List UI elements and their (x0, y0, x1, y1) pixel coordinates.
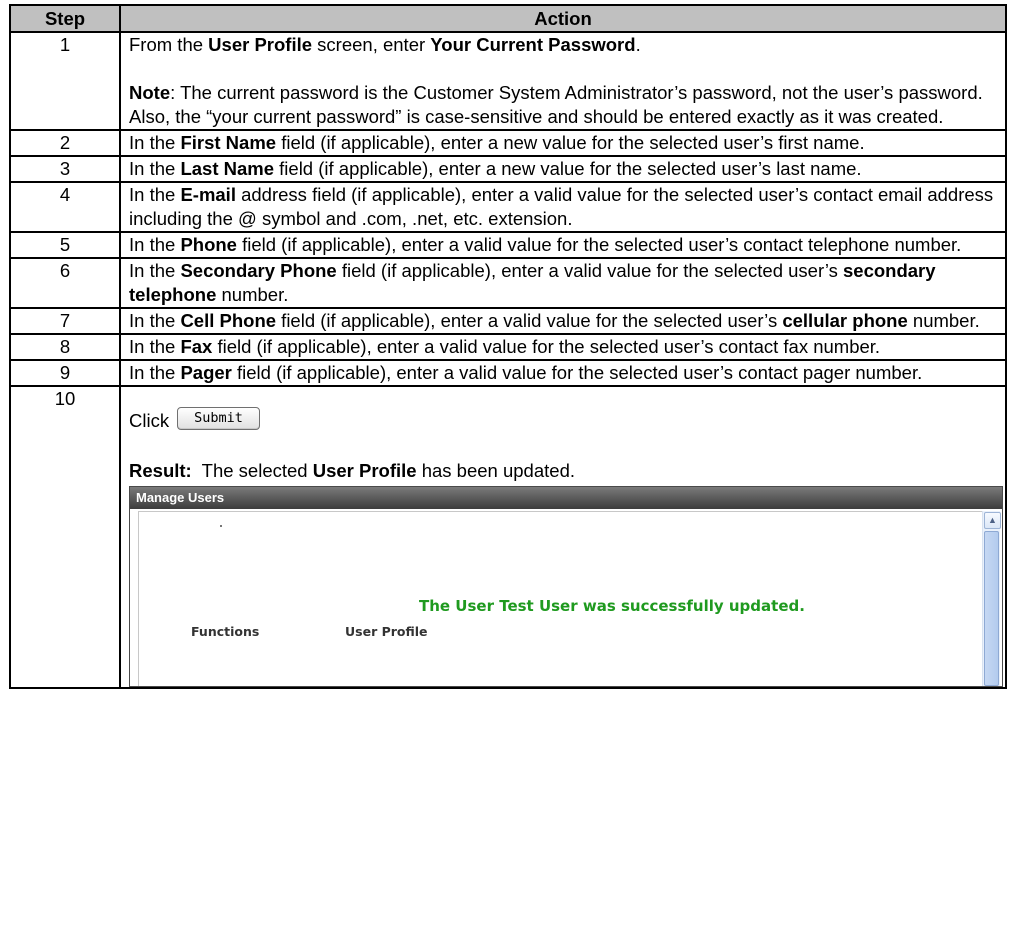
step-instruction: In the E-mail address field (if applicab… (129, 183, 997, 231)
table-row: 10 Click Submit Result: The selected Use… (9, 385, 1007, 689)
table-row: 4 In the E-mail address field (if applica… (9, 181, 1007, 233)
instruction-text: field (if applicable), enter a valid val… (231, 362, 923, 383)
procedure-table: Step Action 1 From the User Profile scree… (9, 4, 1007, 689)
up-arrow-icon[interactable]: ▲ (984, 512, 1001, 529)
step-number: 7 (9, 307, 121, 335)
instruction-text: field (if applicable), enter a valid val… (336, 260, 843, 281)
table-row: 7 In the Cell Phone field (if applicable)… (9, 307, 1007, 335)
header-row: Step Action (9, 4, 1007, 33)
instruction-text: number. (907, 310, 980, 331)
user-profile-heading: User Profile (345, 624, 428, 639)
step-number: 6 (9, 257, 121, 309)
step-action: In the Secondary Phone field (if applica… (119, 257, 1007, 309)
bold-term: Phone (180, 234, 237, 255)
table-row: 8 In the Fax field (if applicable), enter… (9, 333, 1007, 361)
step-number: 3 (9, 155, 121, 183)
instruction-text: address field (if applicable), enter a v… (129, 184, 994, 229)
instruction-text: screen, enter (312, 34, 431, 55)
instruction-text: field (if applicable), enter a valid val… (236, 234, 962, 255)
success-message: The User Test User was successfully upda… (419, 597, 805, 615)
manage-users-title: Manage Users (130, 487, 1002, 509)
manage-users-screenshot: Manage Users The User Test User was succ… (129, 486, 1003, 687)
vertical-scrollbar[interactable]: ▲ (982, 511, 1001, 686)
step-action: In the Last Name field (if applicable), … (119, 155, 1007, 183)
table-row: 2 In the First Name field (if applicable)… (9, 129, 1007, 157)
scroll-thumb[interactable] (984, 531, 999, 686)
bold-term: Cell Phone (180, 310, 277, 331)
step-action: Click Submit Result: The selected User P… (119, 385, 1007, 689)
step-number: 1 (9, 31, 121, 131)
instruction-text: field (if applicable), enter a valid val… (276, 310, 783, 331)
bold-term: Fax (180, 336, 213, 357)
bold-term: Your Current Password (430, 34, 636, 55)
step-instruction: In the Last Name field (if applicable), … (129, 157, 997, 181)
functions-heading: Functions (191, 624, 260, 639)
dot-mark (220, 525, 222, 527)
step-action: In the First Name field (if applicable),… (119, 129, 1007, 157)
instruction-text: field (if applicable), enter a new value… (274, 158, 862, 179)
step-number: 5 (9, 231, 121, 259)
instruction-text: In the (129, 260, 181, 281)
instruction-text: field (if applicable), enter a new value… (276, 132, 865, 153)
note-text: : The current password is the Customer S… (129, 82, 983, 127)
click-instruction: Click Submit (129, 403, 997, 433)
step-header: Step (9, 4, 121, 33)
step-instruction: In the Secondary Phone field (if applica… (129, 259, 997, 307)
step-number: 10 (9, 385, 121, 689)
step-action: In the Cell Phone field (if applicable),… (119, 307, 1007, 335)
step-instruction: In the Fax field (if applicable), enter … (129, 335, 997, 359)
result-text: The selected (191, 460, 313, 481)
bold-term: Pager (180, 362, 232, 383)
step-action: In the Fax field (if applicable), enter … (119, 333, 1007, 361)
manage-users-body: The User Test User was successfully upda… (138, 511, 994, 686)
table-row: 1 From the User Profile screen, enter You… (9, 31, 1007, 131)
submit-button[interactable]: Submit (177, 407, 260, 430)
instruction-text: From the (129, 34, 209, 55)
step-instruction: In the First Name field (if applicable),… (129, 131, 997, 155)
instruction-text: In the (129, 132, 181, 153)
step-instruction: In the Phone field (if applicable), ente… (129, 233, 997, 257)
note-label: Note (129, 82, 171, 103)
result-line: Result: The selected User Profile has be… (129, 459, 997, 483)
step-number: 2 (9, 129, 121, 157)
instruction-text: number. (216, 284, 289, 305)
note: Note: The current password is the Custom… (129, 81, 997, 129)
step-number: 9 (9, 359, 121, 387)
instruction-text: field (if applicable), enter a valid val… (212, 336, 881, 357)
bold-term: Last Name (180, 158, 275, 179)
bold-term: E-mail (180, 184, 236, 205)
table-row: 5 In the Phone field (if applicable), ent… (9, 231, 1007, 259)
instruction-text: In the (129, 184, 181, 205)
step-action: In the Pager field (if applicable), ente… (119, 359, 1007, 387)
step-number: 8 (9, 333, 121, 361)
instruction-text: In the (129, 310, 181, 331)
step-action: In the E-mail address field (if applicab… (119, 181, 1007, 233)
table-row: 6 In the Secondary Phone field (if applic… (9, 257, 1007, 309)
step-number: 4 (9, 181, 121, 233)
bold-term: cellular phone (782, 310, 908, 331)
step-instruction: From the User Profile screen, enter Your… (129, 33, 997, 57)
instruction-text: In the (129, 234, 181, 255)
instruction-text: In the (129, 158, 181, 179)
instruction-text: In the (129, 336, 181, 357)
step-action: In the Phone field (if applicable), ente… (119, 231, 1007, 259)
instruction-text: In the (129, 362, 181, 383)
bold-term: Secondary Phone (180, 260, 337, 281)
result-bold: User Profile (312, 460, 417, 481)
bold-term: User Profile (208, 34, 313, 55)
table-row: 3 In the Last Name field (if applicable),… (9, 155, 1007, 183)
result-text-end: has been updated. (416, 460, 575, 481)
result-label: Result: (129, 460, 192, 481)
instruction-text: . (635, 34, 641, 55)
bold-term: First Name (180, 132, 277, 153)
table-row: 9 In the Pager field (if applicable), ent… (9, 359, 1007, 387)
action-header: Action (119, 4, 1007, 33)
step-instruction: In the Cell Phone field (if applicable),… (129, 309, 997, 333)
step-action: From the User Profile screen, enter Your… (119, 31, 1007, 131)
click-label: Click (129, 410, 170, 431)
step-instruction: In the Pager field (if applicable), ente… (129, 361, 997, 385)
